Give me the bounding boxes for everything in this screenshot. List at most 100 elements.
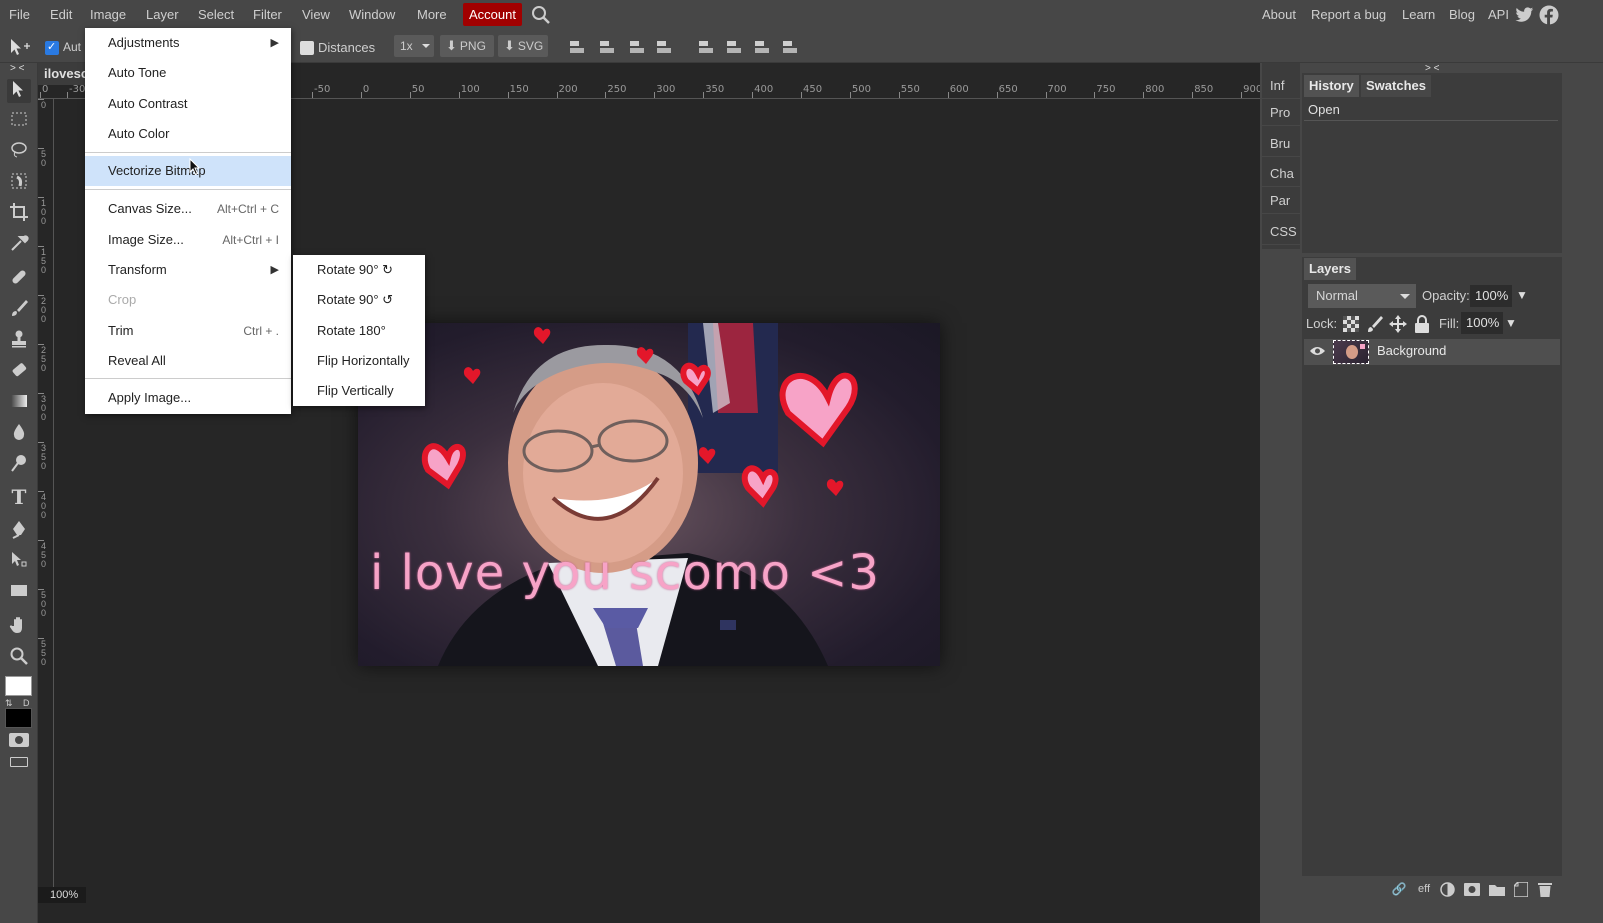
auto-select-checkbox[interactable] (45, 40, 59, 55)
opacity-input[interactable]: 100% (1470, 285, 1512, 307)
menu-item-vectorize-bitmap[interactable]: Vectorize Bitmap (85, 156, 291, 186)
tab-layers[interactable]: Layers (1304, 258, 1356, 280)
history-entry[interactable]: Open (1304, 99, 1558, 121)
lock-pixels-icon[interactable] (1366, 315, 1384, 333)
menu-layer[interactable]: Layer (140, 0, 185, 29)
menu-image[interactable]: Image (84, 0, 132, 29)
zoom-tool[interactable] (7, 646, 31, 670)
tab-paragraph[interactable]: Par (1262, 188, 1300, 214)
eyedropper-tool[interactable] (7, 233, 31, 257)
report-bug-link[interactable]: Report a bug (1311, 0, 1386, 29)
tab-history[interactable]: History (1304, 75, 1359, 97)
menu-item-flip-vertically[interactable]: Flip Vertically (293, 376, 425, 406)
fill-input[interactable]: 100% (1461, 312, 1503, 334)
align-bottom-icon[interactable] (754, 39, 770, 55)
tab-info[interactable]: Inf (1262, 73, 1300, 99)
add-mask-icon[interactable] (1464, 883, 1480, 896)
menu-item-apply-image[interactable]: Apply Image... (85, 383, 291, 413)
menu-item-flip-horizontally[interactable]: Flip Horizontally (293, 346, 425, 376)
distances-checkbox[interactable] (300, 41, 314, 55)
pen-tool[interactable] (7, 519, 31, 543)
marquee-tool[interactable] (7, 109, 31, 133)
facebook-icon[interactable] (1539, 5, 1559, 25)
export-svg-button[interactable]: ⬇ SVG (498, 35, 548, 57)
opacity-dropdown-icon[interactable]: ▼ (1516, 288, 1528, 302)
menu-window[interactable]: Window (343, 0, 401, 29)
lasso-tool[interactable] (7, 140, 31, 164)
tab-swatches[interactable]: Swatches (1361, 75, 1431, 97)
canvas-image[interactable]: i love you scomo <3 (358, 323, 940, 666)
hand-tool[interactable] (7, 615, 31, 639)
type-tool[interactable]: T (7, 485, 31, 509)
menu-edit[interactable]: Edit (44, 0, 78, 29)
align-right-icon[interactable] (629, 39, 645, 55)
menu-item-canvas-size[interactable]: Canvas Size... Alt+Ctrl + C (85, 194, 291, 224)
shape-tool[interactable] (7, 581, 31, 605)
new-layer-icon[interactable] (1514, 882, 1528, 897)
export-png-button[interactable]: ⬇ PNG (440, 35, 494, 57)
brush-tool[interactable] (7, 298, 31, 322)
align-top-icon[interactable] (698, 39, 714, 55)
zoom-indicator[interactable]: 100% (38, 887, 86, 903)
delete-layer-icon[interactable] (1538, 882, 1552, 897)
keyboard-icon[interactable] (10, 757, 28, 767)
eraser-tool[interactable] (7, 360, 31, 384)
dodge-tool[interactable] (7, 453, 31, 477)
menu-item-adjustments[interactable]: Adjustments ▶ (85, 28, 291, 58)
stamp-tool[interactable] (7, 329, 31, 353)
tab-properties[interactable]: Pro (1262, 100, 1300, 126)
move-tool[interactable] (7, 79, 31, 103)
adjustment-layer-icon[interactable] (1440, 882, 1455, 897)
default-colors-icon[interactable]: D (23, 698, 30, 708)
blur-tool[interactable] (7, 422, 31, 446)
menu-file[interactable]: File (3, 0, 36, 29)
move-tool-icon[interactable] (9, 38, 31, 58)
tab-brush[interactable]: Bru (1262, 131, 1300, 157)
tab-css[interactable]: CSS (1262, 219, 1300, 245)
healing-tool[interactable] (7, 267, 31, 291)
menu-more[interactable]: More (411, 0, 453, 29)
menu-account[interactable]: Account (463, 3, 522, 26)
menu-item-trim[interactable]: Trim Ctrl + . (85, 316, 291, 346)
menu-item-image-size[interactable]: Image Size... Alt+Ctrl + I (85, 225, 291, 255)
gradient-tool[interactable] (7, 391, 31, 415)
menu-item-rotate-90-ccw[interactable]: Rotate 90° ↺ (293, 285, 425, 315)
blend-mode-select[interactable]: Normal (1308, 284, 1416, 308)
align-left-icon[interactable] (569, 39, 585, 55)
menu-item-auto-contrast[interactable]: Auto Contrast (85, 89, 291, 119)
eye-icon[interactable] (1309, 345, 1326, 357)
menu-item-reveal-all[interactable]: Reveal All (85, 346, 291, 376)
api-link[interactable]: API (1488, 0, 1509, 29)
layer-effects-button[interactable]: eff (1416, 882, 1432, 896)
background-color-swatch[interactable] (5, 708, 32, 728)
toolbar-collapse-icon[interactable]: > < (10, 63, 24, 74)
distribute-vertical-icon[interactable] (782, 39, 798, 55)
menu-item-auto-color[interactable]: Auto Color (85, 119, 291, 149)
distribute-horizontal-icon[interactable] (656, 39, 672, 55)
about-link[interactable]: About (1262, 0, 1296, 29)
menu-item-transform[interactable]: Transform ▶ (85, 255, 291, 285)
layer-name[interactable]: Background (1377, 343, 1446, 358)
quick-select-tool[interactable] (7, 171, 31, 195)
link-layers-icon[interactable]: 🔗 (1391, 882, 1407, 896)
lock-position-icon[interactable] (1389, 315, 1407, 333)
menu-view[interactable]: View (296, 0, 336, 29)
align-middle-icon[interactable] (726, 39, 742, 55)
foreground-color-swatch[interactable] (5, 676, 32, 696)
twitter-icon[interactable] (1515, 7, 1534, 23)
search-icon[interactable] (531, 5, 551, 25)
lock-transparency-icon[interactable] (1342, 315, 1360, 333)
menu-item-rotate-90-cw[interactable]: Rotate 90° ↻ (293, 255, 425, 285)
menu-filter[interactable]: Filter (247, 0, 288, 29)
path-select-tool[interactable] (7, 550, 31, 574)
new-group-icon[interactable] (1489, 883, 1505, 896)
lock-all-icon[interactable] (1413, 315, 1431, 333)
fill-dropdown-icon[interactable]: ▼ (1505, 316, 1517, 330)
learn-link[interactable]: Learn (1402, 0, 1435, 29)
menu-item-auto-tone[interactable]: Auto Tone (85, 58, 291, 88)
layer-thumbnail[interactable] (1333, 340, 1369, 364)
menu-select[interactable]: Select (192, 0, 240, 29)
blog-link[interactable]: Blog (1449, 0, 1475, 29)
align-center-icon[interactable] (599, 39, 615, 55)
scale-select[interactable]: 1x (394, 35, 434, 57)
